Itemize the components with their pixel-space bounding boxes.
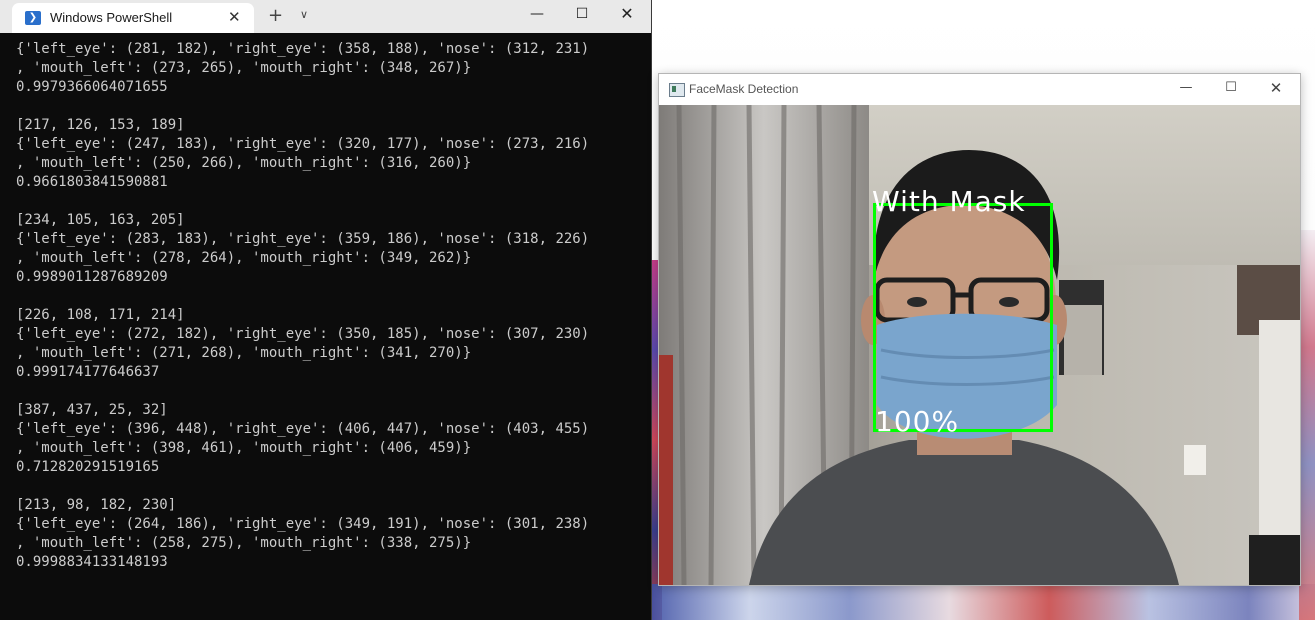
console-line: 0.9661803841590881 xyxy=(16,174,168,190)
console-line: , 'mouth_left': (278, 264), 'mouth_right… xyxy=(16,250,472,266)
console-line: {'left_eye': (247, 183), 'right_eye': (3… xyxy=(16,136,590,152)
facemask-window[interactable]: FaceMask Detection — ☐ ✕ With Mask 100% xyxy=(658,73,1301,586)
detection-label: With Mask xyxy=(872,185,1026,218)
console-line: , 'mouth_left': (398, 461), 'mouth_right… xyxy=(16,440,472,456)
minimize-icon[interactable]: — xyxy=(1163,74,1209,104)
powershell-titlebar[interactable]: ❯ Windows PowerShell ✕ + ∨ — ☐ ✕ xyxy=(0,0,651,33)
console-line: [234, 105, 163, 205] xyxy=(16,212,185,228)
close-icon[interactable]: ✕ xyxy=(228,8,241,26)
powershell-window[interactable]: ❯ Windows PowerShell ✕ + ∨ — ☐ ✕ {'left_… xyxy=(0,0,652,620)
desktop-wallpaper xyxy=(1299,230,1315,620)
console-line: , 'mouth_left': (271, 268), 'mouth_right… xyxy=(16,345,472,361)
console-line: {'left_eye': (281, 182), 'right_eye': (3… xyxy=(16,41,590,57)
console-line: , 'mouth_left': (273, 265), 'mouth_right… xyxy=(16,60,472,76)
maximize-icon[interactable]: ☐ xyxy=(559,0,605,30)
console-line: 0.9979366064071655 xyxy=(16,79,168,95)
console-line: 0.9989011287689209 xyxy=(16,269,168,285)
powershell-icon: ❯ xyxy=(25,11,41,25)
window-title: FaceMask Detection xyxy=(689,82,799,96)
plus-icon[interactable]: + xyxy=(268,5,283,26)
close-icon[interactable]: ✕ xyxy=(604,0,650,30)
console-line: 0.9998834133148193 xyxy=(16,554,168,570)
console-line: {'left_eye': (283, 183), 'right_eye': (3… xyxy=(16,231,590,247)
window-app-icon xyxy=(669,83,685,97)
console-line: 0.999174177646637 xyxy=(16,364,160,380)
desktop-wallpaper xyxy=(650,584,1315,620)
console-line: [226, 108, 171, 214] xyxy=(16,307,185,323)
maximize-icon[interactable]: ☐ xyxy=(1208,74,1254,104)
camera-feed: With Mask 100% xyxy=(659,105,1300,585)
console-line: {'left_eye': (264, 186), 'right_eye': (3… xyxy=(16,516,590,532)
detection-confidence: 100% xyxy=(875,405,960,438)
console-line: [387, 437, 25, 32] xyxy=(16,402,168,418)
tab-windows-powershell[interactable]: ❯ Windows PowerShell ✕ xyxy=(12,3,254,33)
console-output[interactable]: {'left_eye': (281, 182), 'right_eye': (3… xyxy=(16,40,646,572)
console-line: [213, 98, 182, 230] xyxy=(16,497,177,513)
facemask-titlebar[interactable]: FaceMask Detection — ☐ ✕ xyxy=(659,74,1300,105)
close-icon[interactable]: ✕ xyxy=(1253,74,1299,104)
console-line: , 'mouth_left': (250, 266), 'mouth_right… xyxy=(16,155,472,171)
console-line: , 'mouth_left': (258, 275), 'mouth_right… xyxy=(16,535,472,551)
chevron-down-icon[interactable]: ∨ xyxy=(300,8,308,21)
tab-title: Windows PowerShell xyxy=(50,10,173,25)
console-line: [217, 126, 153, 189] xyxy=(16,117,185,133)
console-line: 0.712820291519165 xyxy=(16,459,160,475)
console-line: {'left_eye': (396, 448), 'right_eye': (4… xyxy=(16,421,590,437)
console-line: {'left_eye': (272, 182), 'right_eye': (3… xyxy=(16,326,590,342)
detection-bounding-box xyxy=(873,203,1053,432)
minimize-icon[interactable]: — xyxy=(514,0,560,30)
